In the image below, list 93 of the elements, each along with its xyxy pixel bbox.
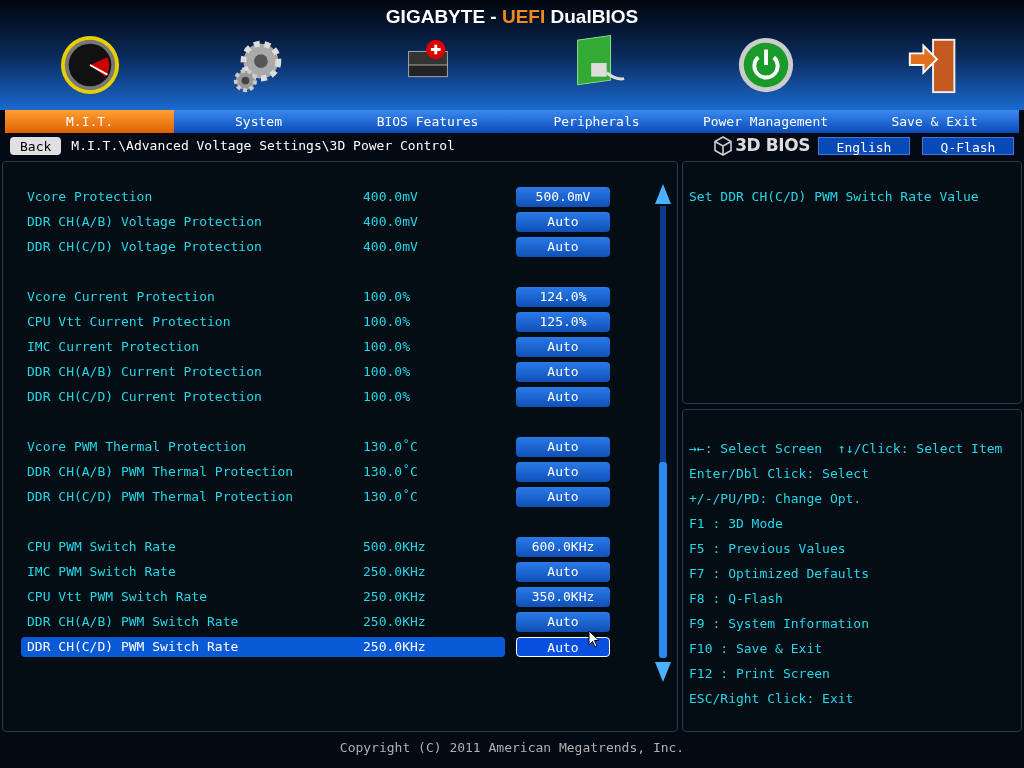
q-flash-button[interactable]: Q-Flash xyxy=(922,137,1014,155)
value-button[interactable]: 600.0KHz xyxy=(516,536,610,557)
setting-name: DDR CH(A/B) Current Protection xyxy=(27,362,263,381)
key-hint: F5 : Previous Values xyxy=(689,539,846,558)
value-button[interactable]: Auto xyxy=(516,436,610,457)
key-hint: ↑↓/Click: Select Item xyxy=(838,439,1003,458)
setting-row[interactable]: CPU Vtt PWM Switch Rate 250.0KHz xyxy=(21,586,505,607)
setting-name: DDR CH(C/D) Voltage Protection xyxy=(27,237,263,256)
setting-row[interactable]: DDR CH(A/B) PWM Switch Rate 250.0KHz xyxy=(21,611,505,632)
setting-name: Vcore PWM Thermal Protection xyxy=(27,437,248,456)
menu-tab[interactable]: Save & Exit xyxy=(850,110,1019,133)
default-value: 100.0% xyxy=(363,312,410,331)
key-hint: Enter/Dbl Click: Select xyxy=(689,464,869,483)
setting-name: DDR CH(A/B) PWM Switch Rate xyxy=(27,612,240,631)
setting-name: DDR CH(A/B) PWM Thermal Protection xyxy=(27,462,295,481)
help-text: Set DDR CH(C/D) PWM Switch Rate Value xyxy=(689,188,980,206)
setting-row[interactable]: DDR CH(C/D) PWM Switch Rate 250.0KHz xyxy=(21,636,505,657)
setting-name: DDR CH(C/D) PWM Switch Rate xyxy=(27,637,240,656)
setting-row[interactable]: DDR CH(C/D) Current Protection 100.0% xyxy=(21,386,505,407)
default-value: 130.0˚C xyxy=(363,437,418,456)
value-button[interactable]: Auto xyxy=(516,486,610,507)
default-value: 130.0˚C xyxy=(363,487,418,506)
key-hint: +/-/PU/PD: Change Opt. xyxy=(689,489,862,508)
setting-row[interactable]: DDR CH(A/B) Current Protection 100.0% xyxy=(21,361,505,382)
default-value: 250.0KHz xyxy=(363,637,426,656)
default-value: 130.0˚C xyxy=(363,462,418,481)
value-button[interactable]: Auto xyxy=(516,386,610,407)
key-hint: F9 : System Information xyxy=(689,614,869,633)
setting-row[interactable]: DDR CH(C/D) Voltage Protection 400.0mV xyxy=(21,236,505,257)
setting-row[interactable]: IMC Current Protection 100.0% xyxy=(21,336,505,357)
value-button[interactable]: Auto xyxy=(516,211,610,232)
bios-title: GIGABYTE - UEFI DualBIOS xyxy=(385,5,639,29)
default-value: 100.0% xyxy=(363,362,410,381)
setting-row[interactable]: CPU PWM Switch Rate 500.0KHz xyxy=(21,536,505,557)
value-button[interactable]: Auto xyxy=(516,236,610,257)
setting-name: Vcore Protection xyxy=(27,187,154,206)
speedometer-icon xyxy=(58,33,121,96)
setting-row[interactable]: DDR CH(C/D) PWM Thermal Protection 130.0˚C xyxy=(21,486,505,507)
key-hint: F10 : Save & Exit xyxy=(689,639,823,658)
copyright-text: Copyright (C) 2011 American Megatrends, Inc. xyxy=(339,739,685,757)
value-button[interactable]: 500.0mV xyxy=(516,186,610,207)
setting-row[interactable]: CPU Vtt Current Protection 100.0% xyxy=(21,311,505,332)
value-button[interactable]: Auto xyxy=(516,336,610,357)
setting-name: IMC Current Protection xyxy=(27,337,201,356)
default-value: 100.0% xyxy=(363,337,410,356)
menu-tab[interactable]: Power Management xyxy=(681,110,850,133)
setting-row[interactable]: Vcore Current Protection 100.0% xyxy=(21,286,505,307)
default-value: 400.0mV xyxy=(363,212,418,231)
value-button[interactable]: Auto xyxy=(516,461,610,482)
default-value: 400.0mV xyxy=(363,187,418,206)
default-value: 100.0% xyxy=(363,287,410,306)
setting-row[interactable]: IMC PWM Switch Rate 250.0KHz xyxy=(21,561,505,582)
setting-name: DDR CH(C/D) PWM Thermal Protection xyxy=(27,487,295,506)
setting-row[interactable]: DDR CH(A/B) PWM Thermal Protection 130.0˚C xyxy=(21,461,505,482)
default-value: 250.0KHz xyxy=(363,612,426,631)
setting-name: CPU Vtt PWM Switch Rate xyxy=(27,587,208,606)
back-button[interactable]: Back xyxy=(10,137,62,155)
setting-row[interactable]: Vcore PWM Thermal Protection 130.0˚C xyxy=(21,436,505,457)
language-button[interactable]: English xyxy=(818,137,910,155)
default-value: 500.0KHz xyxy=(363,537,426,556)
key-hint: F7 : Optimized Defaults xyxy=(689,564,869,583)
setting-row[interactable]: Vcore Protection 400.0mV xyxy=(21,186,505,207)
key-hint: F1 : 3D Mode xyxy=(689,514,783,533)
setting-name: DDR CH(A/B) Voltage Protection xyxy=(27,212,263,231)
setting-name: Vcore Current Protection xyxy=(27,287,216,306)
setting-row[interactable]: DDR CH(A/B) Voltage Protection 400.0mV xyxy=(21,211,505,232)
value-button[interactable]: Auto xyxy=(516,636,610,657)
key-hint: →←: Select Screen xyxy=(689,439,823,458)
default-value: 250.0KHz xyxy=(363,587,426,606)
menu-tab[interactable]: System xyxy=(174,110,343,133)
mouse-pointer-icon xyxy=(588,630,600,648)
value-button[interactable]: Auto xyxy=(516,611,610,632)
menu-tab[interactable]: Peripherals xyxy=(512,110,681,133)
scrollbar[interactable] xyxy=(654,184,672,682)
3d-bios-logo: 3D BIOS xyxy=(735,134,810,158)
default-value: 250.0KHz xyxy=(363,562,426,581)
cube-icon xyxy=(713,136,734,156)
setting-name: DDR CH(C/D) Current Protection xyxy=(27,387,263,406)
key-hint: F12 : Print Screen xyxy=(689,664,830,683)
value-button[interactable]: 124.0% xyxy=(516,286,610,307)
key-hint: F8 : Q-Flash xyxy=(689,589,783,608)
value-button[interactable]: Auto xyxy=(516,361,610,382)
value-button[interactable]: 125.0% xyxy=(516,311,610,332)
default-value: 100.0% xyxy=(363,387,410,406)
default-value: 400.0mV xyxy=(363,237,418,256)
menu-tab[interactable]: BIOS Features xyxy=(343,110,512,133)
key-hint: ESC/Right Click: Exit xyxy=(689,689,854,708)
value-button[interactable]: 350.0KHz xyxy=(516,586,610,607)
breadcrumb-path: M.I.T.\Advanced Voltage Settings\3D Power Control xyxy=(71,137,455,156)
setting-name: CPU Vtt Current Protection xyxy=(27,312,232,331)
setting-name: CPU PWM Switch Rate xyxy=(27,537,177,556)
setting-name: IMC PWM Switch Rate xyxy=(27,562,177,581)
value-button[interactable]: Auto xyxy=(516,561,610,582)
